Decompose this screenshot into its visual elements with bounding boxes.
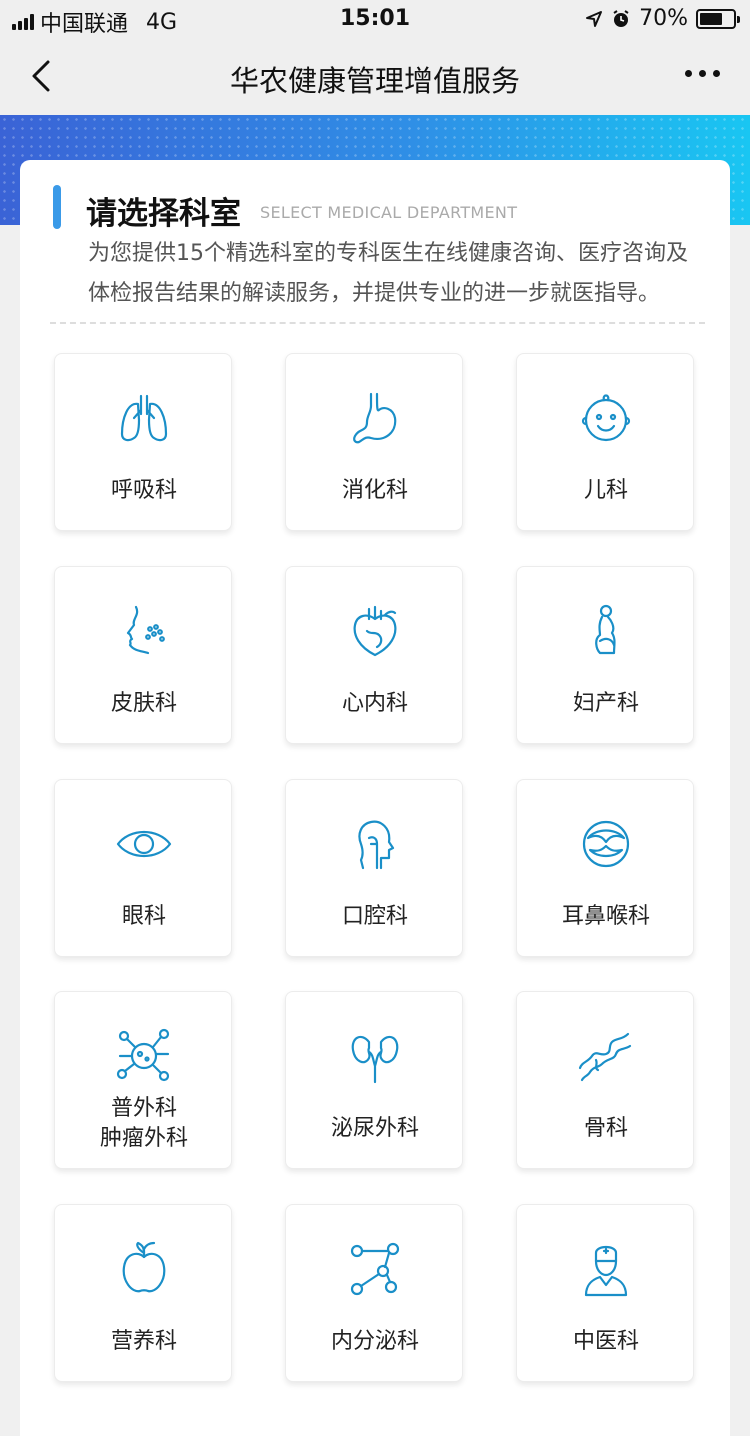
department-bone-joint-button[interactable]: 骨科 [516,991,694,1169]
eye-icon [114,814,174,874]
skin-face-icon [114,601,174,661]
location-arrow-icon [586,10,603,27]
battery-icon [696,8,740,29]
department-heart-button[interactable]: 心内科 [285,566,463,744]
alarm-clock-icon [613,9,629,27]
department-label: 皮肤科 [110,691,177,716]
department-label: 普外科 肿瘤外科 [99,1096,188,1151]
department-label: 呼吸科 [110,478,177,503]
stomach-icon [345,388,405,448]
department-label: 口腔科 [341,904,408,929]
department-cell-button[interactable]: 普外科 肿瘤外科 [54,991,232,1169]
bone-joint-icon [576,1026,636,1086]
department-throat-button[interactable]: 耳鼻喉科 [516,779,694,957]
description-line-2: 体检报告结果的解读服务，并提供专业的进一步就医指导。 [88,281,661,306]
kidneys-icon [345,1026,405,1086]
department-doctor-button[interactable]: 中医科 [516,1204,694,1382]
department-label: 内分泌科 [330,1329,419,1354]
section-title: 请选择科室 [86,196,241,232]
baby-face-icon [576,388,636,448]
dashed-divider [50,322,705,324]
heading-accent-bar [53,185,61,229]
battery-percent: 70% [639,6,688,31]
department-lungs-button[interactable]: 呼吸科 [54,353,232,531]
department-label: 心内科 [341,691,408,716]
heart-icon [345,601,405,661]
status-right: 70% [585,6,740,31]
department-label: 营养科 [110,1329,177,1354]
throat-icon [576,814,636,874]
department-label: 泌尿外科 [330,1116,419,1141]
department-label: 儿科 [583,478,628,503]
nav-bar: 华农健康管理增值服务 [0,40,750,115]
apple-icon [114,1239,174,1299]
more-dots-icon [685,70,692,77]
department-skin-face-button[interactable]: 皮肤科 [54,566,232,744]
department-label: 妇产科 [572,691,639,716]
cell-icon [114,1026,174,1086]
section-subtitle: SELECT MEDICAL DEPARTMENT [260,203,518,222]
department-label: 耳鼻喉科 [561,904,650,929]
department-label: 眼科 [121,904,166,929]
lungs-icon [114,388,174,448]
description-line-1: 为您提供15个精选科室的专科医生在线健康咨询、医疗咨询及 [88,241,688,266]
department-stomach-button[interactable]: 消化科 [285,353,463,531]
page-title: 华农健康管理增值服务 [229,64,520,98]
department-pregnant-woman-button[interactable]: 妇产科 [516,566,694,744]
department-label: 消化科 [341,478,408,503]
more-button[interactable] [685,70,720,77]
pregnant-woman-icon [576,601,636,661]
department-kidneys-button[interactable]: 泌尿外科 [285,991,463,1169]
department-label: 中医科 [572,1329,639,1354]
department-molecule-button[interactable]: 内分泌科 [285,1204,463,1382]
doctor-icon [576,1239,636,1299]
department-label: 骨科 [583,1116,628,1141]
status-bar: 中国联通 4G 15:01 70% [0,0,750,40]
department-apple-button[interactable]: 营养科 [54,1204,232,1382]
department-eye-button[interactable]: 眼科 [54,779,232,957]
molecule-icon [345,1239,405,1299]
section-description: 为您提供15个精选科室的专科医生在线健康咨询、医疗咨询及 体检报告结果的解读服务… [88,234,708,314]
department-baby-face-button[interactable]: 儿科 [516,353,694,531]
department-head-profile-button[interactable]: 口腔科 [285,779,463,957]
head-profile-icon [345,814,405,874]
